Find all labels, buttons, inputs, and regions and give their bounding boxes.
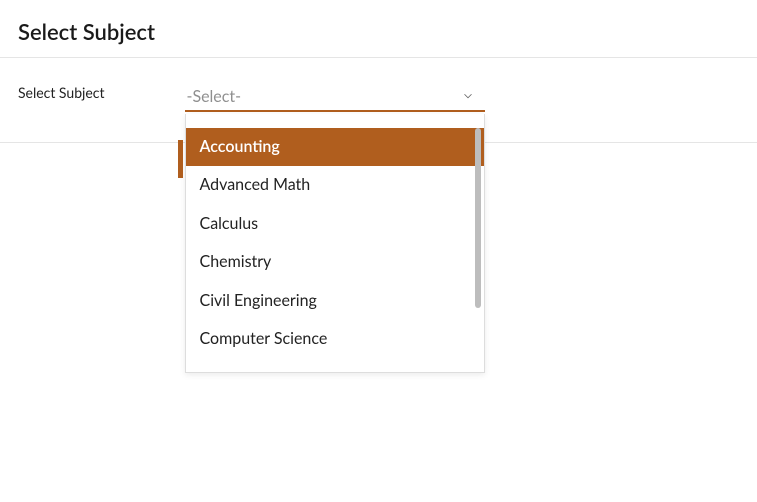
accent-bar	[178, 140, 183, 178]
select-placeholder: -Select-	[187, 87, 242, 106]
subject-select-wrapper: -Select- Accounting Advanced Math Calcul…	[185, 82, 485, 112]
dropdown-option[interactable]: Accounting	[186, 128, 484, 166]
scrollbar[interactable]	[475, 128, 481, 308]
subject-label: Select Subject	[18, 82, 105, 101]
page-title: Select Subject	[18, 18, 739, 45]
dropdown-option[interactable]: Computer Science	[186, 320, 484, 358]
page-header: Select Subject	[0, 0, 757, 57]
dropdown-option[interactable]: Advanced Math	[186, 166, 484, 204]
form-section: Select Subject -Select- Accounting Advan…	[0, 58, 757, 142]
dropdown-option[interactable]: Civil Engineering	[186, 282, 484, 320]
chevron-down-icon	[461, 89, 475, 103]
subject-select[interactable]: -Select-	[185, 82, 485, 112]
subject-dropdown: Accounting Advanced Math Calculus Chemis…	[185, 114, 485, 373]
dropdown-option[interactable]: Calculus	[186, 205, 484, 243]
dropdown-option[interactable]: Chemistry	[186, 243, 484, 281]
